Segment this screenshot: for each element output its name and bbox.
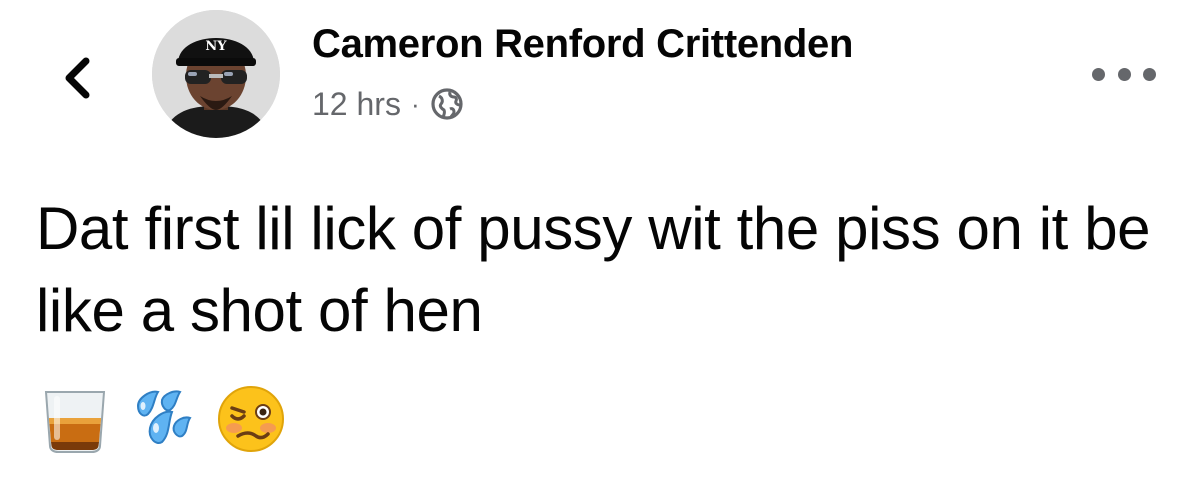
post-emojis [40,384,286,454]
author-avatar[interactable]: NY [152,10,280,138]
more-options-button[interactable] [1092,58,1156,90]
globe-icon [430,87,464,121]
author-name[interactable]: Cameron Renford Crittenden [312,22,853,67]
post-text: Dat first lil lick of pussy wit the piss… [36,195,1151,344]
more-dot [1143,67,1156,81]
woozy-face-icon [216,384,286,454]
more-horizontal-icon [1092,67,1105,81]
chevron-left-icon [65,57,90,99]
avatar-image: NY [152,10,280,138]
tumbler-glass-icon [40,384,110,454]
meta-separator: · [410,88,420,119]
post-meta: 12 hrs · [312,84,464,124]
back-button[interactable] [48,48,108,108]
svg-text:NY: NY [205,39,227,54]
sweat-droplets-icon [128,384,198,454]
more-dot [1117,67,1131,81]
post-timestamp[interactable]: 12 hrs [312,86,401,123]
